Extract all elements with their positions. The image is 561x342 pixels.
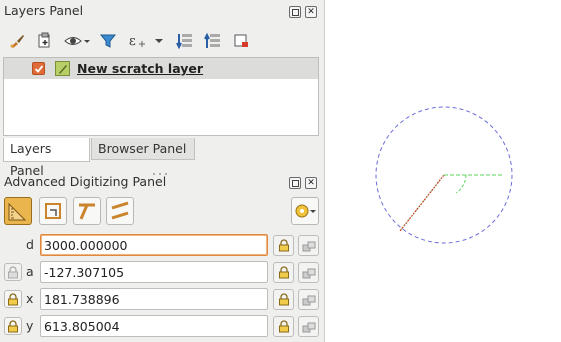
angle-field[interactable] xyxy=(40,261,268,283)
distance-row: d xyxy=(0,233,325,257)
x-row: x xyxy=(0,287,325,311)
layer-row[interactable]: New scratch layer xyxy=(4,58,318,79)
add-group-icon[interactable] xyxy=(35,31,55,51)
float-panel-icon[interactable] xyxy=(289,177,301,189)
repeat-lock-distance-icon[interactable] xyxy=(298,235,319,256)
close-panel-icon[interactable]: ✕ xyxy=(305,6,317,18)
map-canvas[interactable] xyxy=(326,0,561,342)
angle-row: a xyxy=(0,260,325,284)
repeat-lock-y-icon[interactable] xyxy=(298,316,319,337)
x-field[interactable] xyxy=(40,288,268,310)
float-panel-icon[interactable] xyxy=(289,6,301,18)
layer-name: New scratch layer xyxy=(77,61,204,76)
dropdown-icon[interactable] xyxy=(152,31,166,51)
y-field[interactable] xyxy=(40,315,268,337)
tab-layers-panel[interactable]: Layers Panel xyxy=(3,138,90,178)
perpendicular-icon[interactable] xyxy=(73,197,101,225)
distance-label: d xyxy=(26,237,34,252)
layer-visibility-checkbox[interactable] xyxy=(32,62,45,75)
cad-enable-icon[interactable] xyxy=(4,197,32,225)
layers-panel-title: Layers Panel xyxy=(4,3,84,18)
y-row: y xyxy=(0,314,325,338)
lock-x-icon[interactable] xyxy=(273,289,294,310)
construction-mode-icon[interactable] xyxy=(39,197,67,225)
expression-icon[interactable]: ε xyxy=(127,31,151,51)
repeat-lock-x-icon[interactable] xyxy=(298,289,319,310)
angle-label: a xyxy=(26,264,34,279)
lock-angle-icon[interactable] xyxy=(273,262,294,283)
relative-angle-icon[interactable] xyxy=(4,263,22,281)
y-label: y xyxy=(26,318,34,333)
tab-browser-panel[interactable]: Browser Panel xyxy=(91,138,195,160)
close-panel-icon[interactable]: ✕ xyxy=(305,177,317,189)
lock-y-icon[interactable] xyxy=(273,316,294,337)
collapse-all-icon[interactable] xyxy=(203,31,223,51)
settings-gear-icon[interactable] xyxy=(291,197,319,225)
relative-y-icon[interactable] xyxy=(4,317,22,335)
layer-tree: New scratch layer xyxy=(3,57,319,136)
parallel-icon[interactable] xyxy=(106,197,134,225)
paintbrush-icon[interactable] xyxy=(7,31,27,51)
left-dock-pane: Layers Panel ✕ ε New scratch layer Layer… xyxy=(0,0,325,342)
remove-layer-icon[interactable] xyxy=(231,31,251,51)
edit-pencil-icon xyxy=(55,61,70,76)
lock-distance-icon[interactable] xyxy=(273,235,294,256)
relative-x-icon[interactable] xyxy=(4,290,22,308)
repeat-lock-angle-icon[interactable] xyxy=(298,262,319,283)
expand-all-icon[interactable] xyxy=(175,31,195,51)
splitter-handle[interactable] xyxy=(150,165,170,175)
filter-icon[interactable] xyxy=(98,31,118,51)
advanced-digitizing-title: Advanced Digitizing Panel xyxy=(4,174,167,189)
angle-arc xyxy=(455,174,467,194)
svg-text:ε: ε xyxy=(129,34,136,49)
x-label: x xyxy=(26,291,34,306)
eye-icon[interactable] xyxy=(64,31,90,51)
distance-field[interactable] xyxy=(40,234,268,256)
